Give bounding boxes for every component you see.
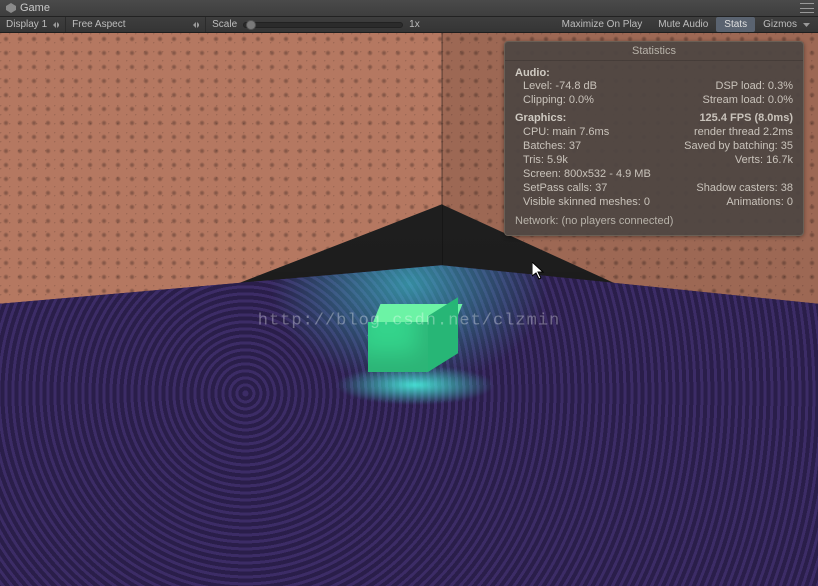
stats-tris: Tris: 5.9k xyxy=(523,154,568,166)
stats-skinned: Visible skinned meshes: 0 xyxy=(523,196,650,208)
aspect-dropdown[interactable]: Free Aspect xyxy=(66,17,206,32)
cursor-icon xyxy=(532,262,546,280)
stats-setpass: SetPass calls: 37 xyxy=(523,182,607,194)
scale-slider[interactable] xyxy=(243,22,403,28)
game-viewport[interactable]: http://blog.csdn.net/clzmin Statistics A… xyxy=(0,33,818,586)
statistics-panel: Statistics Audio: Level: -74.8 dB DSP lo… xyxy=(504,41,804,236)
gizmos-dropdown[interactable]: Gizmos xyxy=(755,17,818,32)
stats-shadow: Shadow casters: 38 xyxy=(696,182,793,194)
aspect-label: Free Aspect xyxy=(72,19,125,30)
stats-audio-level: Level: -74.8 dB xyxy=(523,80,597,92)
stats-cpu: CPU: main 7.6ms xyxy=(523,126,609,138)
stats-verts: Verts: 16.7k xyxy=(735,154,793,166)
mute-label: Mute Audio xyxy=(658,19,708,30)
chevron-down-icon xyxy=(53,22,59,28)
maximize-label: Maximize On Play xyxy=(562,19,643,30)
gizmos-label: Gizmos xyxy=(763,19,797,30)
window-titlebar: Game xyxy=(0,0,818,17)
scale-slider-thumb[interactable] xyxy=(246,20,256,30)
scale-value: 1x xyxy=(409,19,420,30)
stats-panel-title: Statistics xyxy=(505,42,803,61)
window-title: Game xyxy=(20,2,50,14)
panel-menu-icon[interactable] xyxy=(800,3,814,13)
game-toolbar: Display 1 Free Aspect Scale 1x Maximize … xyxy=(0,17,818,33)
stats-saved-batching: Saved by batching: 35 xyxy=(684,140,793,152)
stats-audio-dsp: DSP load: 0.3% xyxy=(716,80,793,92)
stats-label: Stats xyxy=(724,19,747,30)
stats-screen: Screen: 800x532 - 4.9 MB xyxy=(523,168,651,180)
stats-batches: Batches: 37 xyxy=(523,140,581,152)
maximize-on-play-button[interactable]: Maximize On Play xyxy=(554,17,651,32)
stats-audio-clipping: Clipping: 0.0% xyxy=(523,94,594,106)
scale-label: Scale xyxy=(212,19,237,30)
display-dropdown[interactable]: Display 1 xyxy=(0,17,66,32)
stats-network: Network: (no players connected) xyxy=(515,215,793,227)
chevron-down-icon xyxy=(803,23,810,27)
stats-audio-stream: Stream load: 0.0% xyxy=(703,94,794,106)
stats-fps: 125.4 FPS (8.0ms) xyxy=(699,112,793,124)
mute-audio-button[interactable]: Mute Audio xyxy=(650,17,716,32)
stats-graphics-heading: Graphics: xyxy=(515,112,566,124)
display-label: Display 1 xyxy=(6,19,47,30)
stats-audio-heading: Audio: xyxy=(515,67,793,79)
stats-anim: Animations: 0 xyxy=(726,196,793,208)
chevron-down-icon xyxy=(193,22,199,28)
stats-button[interactable]: Stats xyxy=(716,17,755,32)
scene-cube xyxy=(368,304,462,380)
unity-logo-icon xyxy=(6,3,16,13)
stats-renderthread: render thread 2.2ms xyxy=(694,126,793,138)
scale-control: Scale 1x xyxy=(206,17,426,32)
